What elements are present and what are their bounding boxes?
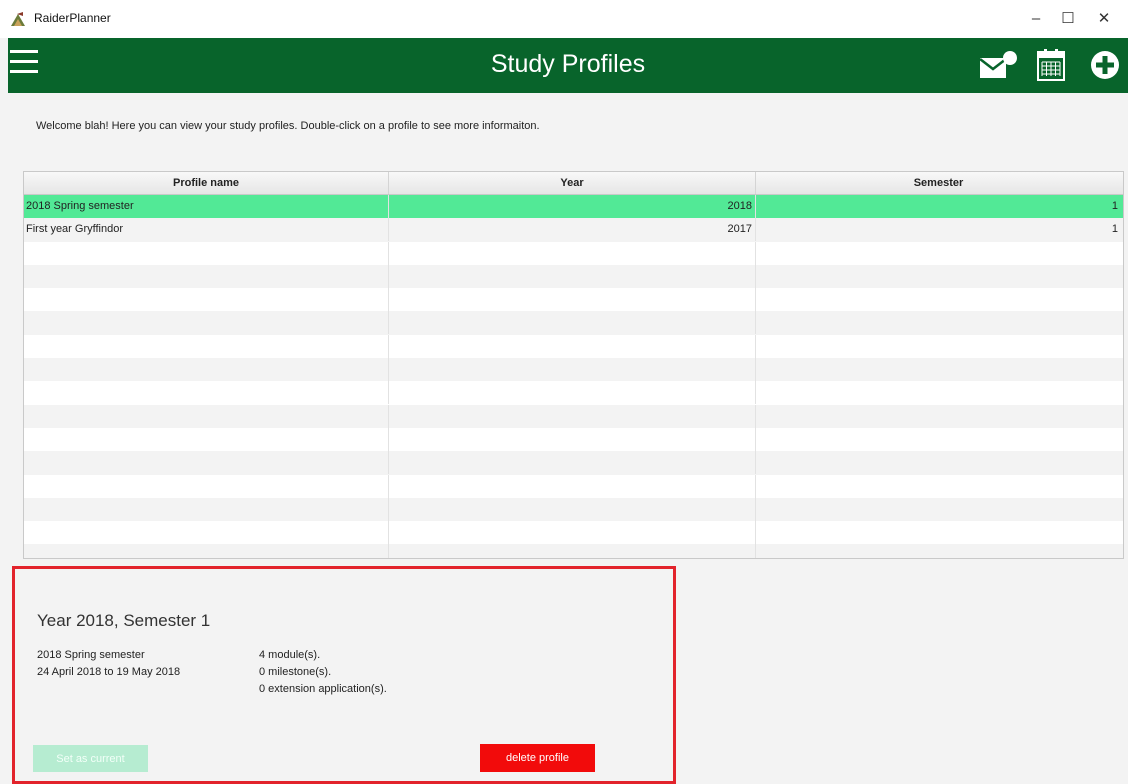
empty-row (24, 288, 1123, 312)
cell-year: 2018 (389, 195, 756, 218)
add-icon[interactable] (1088, 48, 1122, 82)
details-extensions: 0 extension application(s). (259, 683, 387, 695)
table-body: 2018 Spring semester 2018 1 First year G… (24, 195, 1123, 558)
table-row[interactable]: First year Gryffindor 2017 1 (24, 218, 1123, 242)
details-modules: 4 module(s). (259, 649, 321, 661)
empty-row (24, 311, 1123, 335)
window-title: RaiderPlanner (34, 11, 111, 25)
empty-row (24, 381, 1123, 405)
empty-row (24, 358, 1123, 382)
details-milestones: 0 milestone(s). (259, 666, 332, 678)
mail-icon[interactable] (978, 50, 1020, 82)
app-header: Study Profiles (8, 38, 1128, 93)
details-counts: 4 module(s). 0 milestone(s). 0 extension… (259, 647, 387, 698)
empty-row (24, 264, 1123, 289)
set-as-current-button[interactable]: Set as current (33, 745, 148, 772)
column-header-profile-name[interactable]: Profile name (24, 172, 389, 194)
calendar-icon[interactable] (1036, 48, 1066, 82)
empty-row (24, 241, 1123, 265)
cell-semester: 1 (1111, 223, 1118, 236)
page-title: Study Profiles (490, 50, 646, 78)
table-row[interactable]: 2018 Spring semester 2018 1 (24, 195, 1123, 219)
column-header-semester[interactable]: Semester (756, 172, 1121, 194)
column-header-year[interactable]: Year (389, 172, 756, 194)
empty-row (24, 451, 1123, 475)
welcome-message: Welcome blah! Here you can view your stu… (36, 120, 540, 132)
delete-profile-button[interactable]: delete profile (480, 744, 595, 772)
window-titlebar: RaiderPlanner – ☐ ✕ (0, 0, 1128, 38)
empty-row (24, 404, 1123, 428)
cell-profile-name: 2018 Spring semester (24, 195, 389, 218)
empty-row (24, 544, 1123, 558)
details-info: 2018 Spring semester 24 April 2018 to 19… (37, 647, 180, 681)
profile-details-panel: Year 2018, Semester 1 2018 Spring semest… (12, 566, 676, 784)
empty-row (24, 521, 1123, 545)
empty-row (24, 334, 1123, 359)
profiles-table: Profile name Year Semester 2018 Spring s… (23, 171, 1124, 559)
cell-year: 2017 (389, 218, 756, 242)
cell-profile-name: First year Gryffindor (24, 218, 389, 242)
cell-semester: 1 (1111, 200, 1118, 212)
empty-row (24, 427, 1123, 452)
details-date-range: 24 April 2018 to 19 May 2018 (37, 666, 181, 678)
empty-row (24, 474, 1123, 498)
details-profile-name: 2018 Spring semester (37, 649, 145, 661)
maximize-button[interactable]: ☐ (1048, 6, 1088, 32)
table-header: Profile name Year Semester (24, 172, 1123, 195)
details-title: Year 2018, Semester 1 (37, 611, 211, 630)
app-logo-icon (11, 12, 25, 26)
close-button[interactable]: ✕ (1084, 6, 1124, 32)
empty-row (24, 497, 1123, 522)
